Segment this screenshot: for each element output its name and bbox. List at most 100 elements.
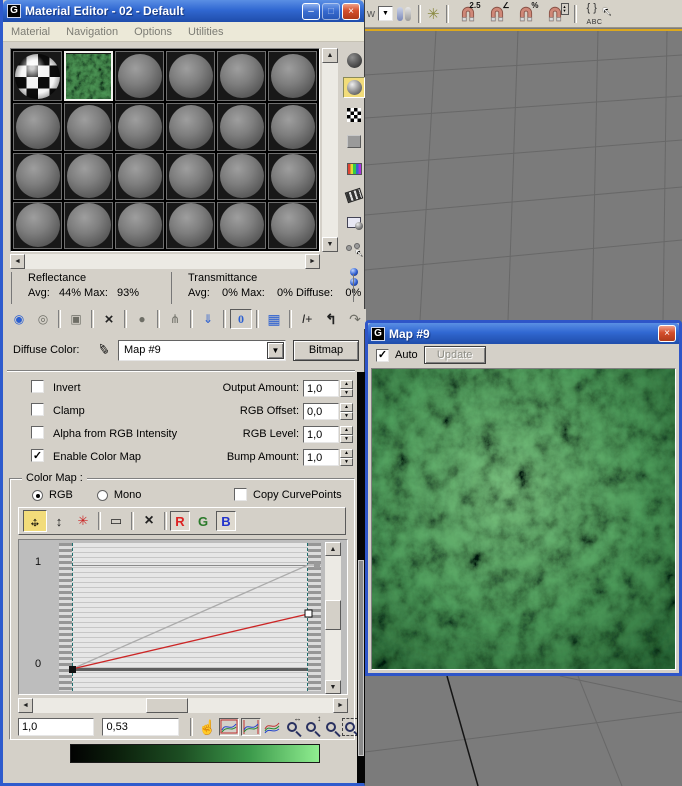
- menu-utilities[interactable]: Utilities: [188, 26, 223, 38]
- bump-amount-spinner[interactable]: ▲ ▼: [340, 449, 353, 466]
- eyedropper-icon[interactable]: ✎: [93, 341, 112, 355]
- alpha-from-rgb-checkbox[interactable]: [31, 426, 44, 439]
- sample-uv-tiling-icon[interactable]: [343, 131, 365, 152]
- rollout-scrollbar[interactable]: [357, 372, 365, 783]
- menu-navigation[interactable]: Navigation: [66, 26, 118, 38]
- update-button[interactable]: Update: [423, 346, 486, 364]
- sample-slot[interactable]: [217, 152, 266, 200]
- menu-options[interactable]: Options: [134, 26, 172, 38]
- sample-slot[interactable]: [13, 51, 62, 102]
- scroll-right-button[interactable]: ►: [333, 698, 348, 713]
- rgb-level-spinner[interactable]: ▲ ▼: [340, 426, 353, 443]
- mono-radio[interactable]: [96, 489, 108, 501]
- maximize-button[interactable]: □: [322, 2, 340, 20]
- selected-point[interactable]: [304, 609, 313, 618]
- bump-amount-field[interactable]: 1,0: [303, 449, 339, 466]
- mirror-icon[interactable]: [396, 2, 412, 26]
- scroll-up-button[interactable]: ▲: [325, 542, 341, 556]
- curve-editor[interactable]: 1 0 ▲ ▼: [18, 539, 348, 695]
- map-name-combo[interactable]: Map #9 ▼: [118, 340, 286, 361]
- map9-titlebar[interactable]: G Map #9 ×: [368, 323, 679, 344]
- curve-graph[interactable]: [59, 543, 321, 691]
- sample-slot[interactable]: [13, 103, 62, 151]
- sample-slot[interactable]: [166, 152, 215, 200]
- material-editor-titlebar[interactable]: G Material Editor - 02 - Default – □ ×: [3, 0, 364, 22]
- point-y-field[interactable]: 0,53: [102, 718, 179, 736]
- sample-slot[interactable]: [217, 103, 266, 151]
- sample-slot[interactable]: [115, 201, 164, 249]
- output-amount-field[interactable]: 1,0: [303, 380, 339, 397]
- scroll-thumb[interactable]: [358, 560, 364, 756]
- palette-horizontal-scrollbar[interactable]: ◄ ►: [10, 254, 320, 269]
- rgb-offset-field[interactable]: 0,0: [303, 403, 339, 420]
- reset-curves-icon[interactable]: ×: [137, 510, 161, 532]
- sample-slot[interactable]: [115, 103, 164, 151]
- rgb-offset-spinner[interactable]: ▲ ▼: [340, 403, 353, 420]
- sample-slot[interactable]: [268, 152, 317, 200]
- make-preview-icon[interactable]: [343, 185, 365, 206]
- selection-dropdown-button[interactable]: ▼: [377, 6, 393, 21]
- scale-point-icon[interactable]: ↕: [47, 510, 71, 532]
- scroll-thumb[interactable]: [325, 600, 341, 630]
- curve-horizontal-scrollbar[interactable]: ◄ ►: [18, 698, 348, 713]
- sample-slot[interactable]: [64, 201, 113, 249]
- sample-slot[interactable]: [13, 201, 62, 249]
- background-icon[interactable]: [343, 104, 365, 125]
- move-point-icon[interactable]: ↔ ↕: [23, 510, 47, 532]
- close-button[interactable]: ×: [342, 2, 360, 20]
- menu-material[interactable]: Material: [11, 26, 50, 38]
- enable-color-map-checkbox[interactable]: ✓: [31, 449, 44, 462]
- map-type-button[interactable]: Bitmap: [293, 340, 359, 361]
- zoom-extents-icon[interactable]: [263, 718, 281, 736]
- sample-slot[interactable]: [268, 103, 317, 151]
- make-unique-icon[interactable]: ⋔: [164, 309, 186, 329]
- zoom-value-extents-icon[interactable]: [241, 718, 262, 736]
- material-editor-options-icon[interactable]: [343, 212, 365, 233]
- sample-type-icon[interactable]: [343, 50, 365, 71]
- schematic-view-icon[interactable]: ✳: [427, 2, 440, 26]
- minimize-button[interactable]: –: [302, 2, 320, 20]
- sample-slot[interactable]: [166, 51, 215, 102]
- spinner-snap-icon[interactable]: ▲ ▼: [542, 2, 569, 26]
- video-color-check-icon[interactable]: [343, 158, 365, 179]
- sample-slot[interactable]: [217, 51, 266, 102]
- blue-channel-button[interactable]: B: [216, 511, 236, 531]
- go-to-parent-icon[interactable]: ↰: [320, 309, 342, 329]
- get-material-icon[interactable]: ◉: [8, 309, 30, 329]
- zoom-vertical-icon[interactable]: ↕: [303, 714, 321, 737]
- pan-icon[interactable]: ☝: [197, 717, 218, 737]
- named-selection-sets-icon[interactable]: { } ABC ↖: [583, 2, 613, 26]
- sample-slot-active[interactable]: [64, 51, 113, 102]
- palette-vertical-scrollbar[interactable]: ▲ ▼: [322, 48, 338, 252]
- sample-slot[interactable]: [268, 51, 317, 102]
- start-point[interactable]: [69, 666, 76, 673]
- map9-close-button[interactable]: ×: [658, 325, 676, 342]
- scroll-thumb[interactable]: [146, 698, 188, 713]
- material-id-channel-icon[interactable]: 0: [230, 309, 252, 329]
- scroll-left-button[interactable]: ◄: [18, 698, 33, 713]
- sample-slot[interactable]: [166, 103, 215, 151]
- make-material-copy-icon[interactable]: ●: [131, 309, 153, 329]
- angle-snap-icon[interactable]: ∠: [484, 1, 510, 26]
- backlight-icon[interactable]: [343, 77, 365, 98]
- sample-slot[interactable]: [13, 152, 62, 200]
- scroll-track[interactable]: [322, 63, 338, 237]
- percent-snap-icon[interactable]: %: [513, 1, 539, 26]
- assign-material-to-selection-icon[interactable]: ▣: [65, 309, 87, 329]
- rgb-radio[interactable]: [32, 489, 43, 501]
- sample-slot[interactable]: [115, 152, 164, 200]
- add-point-icon[interactable]: ✳: [71, 510, 95, 532]
- snap-toggle-icon[interactable]: 2.5: [455, 1, 481, 26]
- scroll-up-button[interactable]: ▲: [322, 48, 338, 63]
- select-by-material-icon[interactable]: ↖: [343, 239, 365, 260]
- show-map-in-viewport-icon[interactable]: ▦: [263, 309, 285, 329]
- point-x-field[interactable]: 1,0: [18, 718, 95, 736]
- reset-map-icon[interactable]: ×: [98, 309, 120, 329]
- zoom-horizontal-icon[interactable]: ↔: [283, 714, 302, 737]
- scroll-right-button[interactable]: ►: [305, 254, 320, 269]
- sample-slot[interactable]: [166, 201, 215, 249]
- invert-checkbox[interactable]: [31, 380, 44, 393]
- put-material-to-scene-icon[interactable]: ◎: [32, 309, 54, 329]
- output-amount-spinner[interactable]: ▲ ▼: [340, 380, 353, 397]
- sample-slot[interactable]: [217, 201, 266, 249]
